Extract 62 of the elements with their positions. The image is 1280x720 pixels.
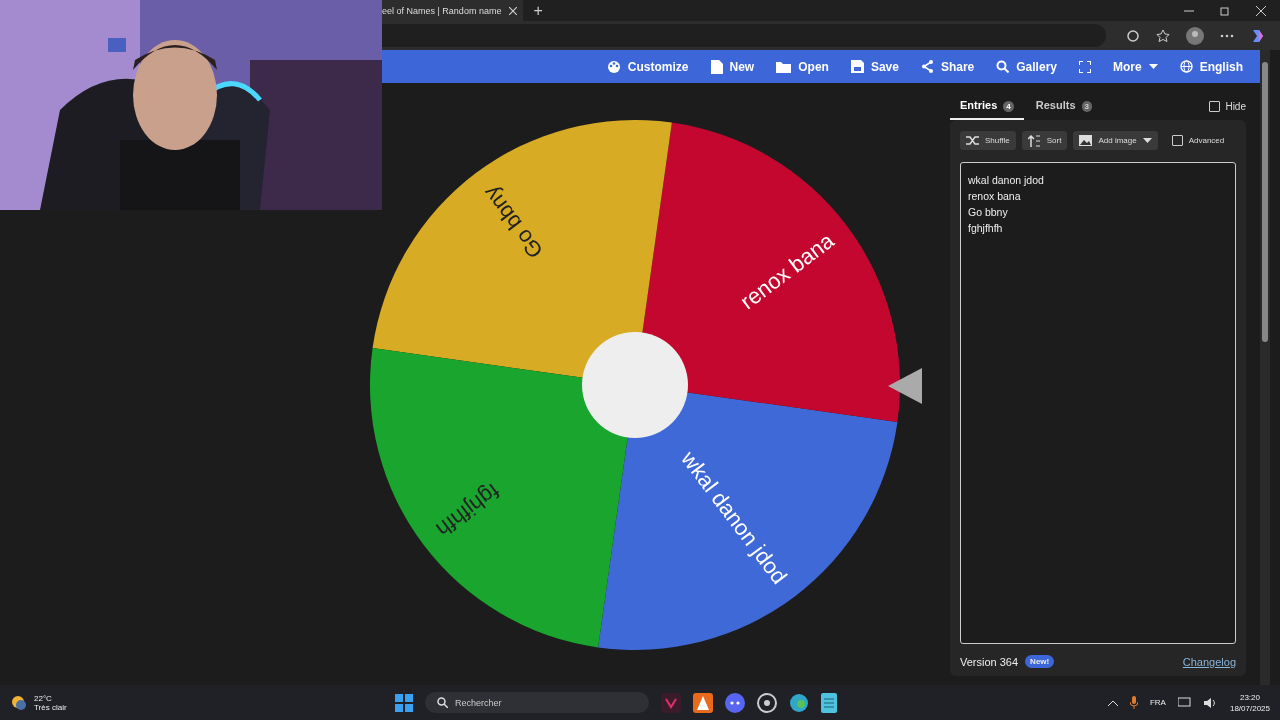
avatar-icon[interactable] — [1186, 26, 1204, 45]
image-icon — [1079, 135, 1093, 146]
wheel-hub[interactable] — [582, 332, 688, 438]
palette-icon — [606, 59, 621, 74]
new-tab-button[interactable]: + — [533, 1, 543, 20]
shuffle-icon — [966, 135, 979, 146]
changelog-link[interactable]: Changelog — [1182, 655, 1236, 668]
entries-field[interactable]: wkal danon jdod renox bana Go bbny fghjfhfh — [960, 162, 1236, 644]
address-field[interactable] — [382, 24, 1106, 47]
folder-icon — [776, 60, 792, 73]
advanced-checkbox[interactable]: Advanced — [1171, 135, 1225, 146]
weather-text: Très clair — [34, 702, 67, 712]
extension-icon[interactable] — [1126, 28, 1140, 43]
entry-line: Go bbny — [968, 205, 1009, 220]
entry-line: wkal danon jdod — [968, 173, 1045, 188]
app-icon[interactable] — [693, 692, 713, 713]
tab[interactable]: Results 3 — [1025, 93, 1103, 120]
toolbar-button[interactable]: Gallery — [987, 55, 1066, 78]
toolbar-button[interactable]: Save — [841, 55, 908, 78]
language-indicator[interactable]: FRA — [1149, 698, 1166, 707]
toolbar-button[interactable]: Share — [911, 55, 984, 78]
hide-checkbox[interactable]: Hide — [1209, 101, 1246, 112]
close-icon[interactable] — [509, 6, 518, 15]
search-icon — [996, 60, 1010, 73]
weather-icon[interactable] — [10, 693, 28, 712]
close-icon[interactable] — [1256, 5, 1266, 16]
version-text: Version 364 — [960, 655, 1019, 668]
pointer-icon — [888, 366, 924, 406]
network-icon[interactable] — [1177, 696, 1192, 709]
search-icon — [437, 697, 448, 708]
entry-line: renox bana — [968, 189, 1022, 204]
microphone-icon[interactable] — [1129, 696, 1138, 709]
speaker-icon[interactable] — [1203, 696, 1218, 709]
toolbar-button[interactable]: New — [701, 55, 764, 78]
share-icon — [920, 60, 934, 73]
new-badge: New! — [1025, 655, 1055, 668]
caret-icon — [1148, 63, 1158, 70]
sort-icon — [1027, 134, 1041, 147]
entry-line: fghjfhfh — [968, 221, 1004, 236]
globe-icon — [1179, 60, 1193, 73]
notepad-icon[interactable] — [821, 692, 837, 713]
scrollbar-thumb[interactable] — [1262, 62, 1268, 342]
windows-icon[interactable] — [395, 693, 413, 712]
search-field[interactable]: Rechercher — [425, 692, 649, 713]
favorites-icon[interactable] — [1156, 28, 1170, 43]
tool-button[interactable]: Sort — [1021, 131, 1068, 150]
toolbar-button[interactable]: Open — [767, 55, 838, 78]
toolbar-button[interactable]: English — [1170, 55, 1252, 78]
clock-time[interactable]: 23:20 — [1239, 692, 1260, 702]
caret-icon — [1142, 137, 1152, 144]
tool-button[interactable]: Add image — [1073, 131, 1158, 150]
tool-button[interactable]: Shuffle — [960, 131, 1016, 150]
toolbar-button[interactable]: More — [1104, 55, 1167, 78]
restore-icon[interactable] — [1220, 5, 1230, 16]
clock-date[interactable]: 18/07/2025 — [1229, 703, 1270, 713]
file-icon — [710, 59, 723, 74]
chevron-up-icon[interactable] — [1107, 699, 1118, 706]
browser-tab[interactable]: eel of Names | Random name — [382, 0, 524, 21]
toolbar-button[interactable]: Customize — [597, 55, 698, 78]
fullscreen-icon — [1079, 60, 1091, 73]
discord-icon[interactable] — [725, 692, 745, 713]
temperature-text: 22°C — [34, 693, 53, 703]
